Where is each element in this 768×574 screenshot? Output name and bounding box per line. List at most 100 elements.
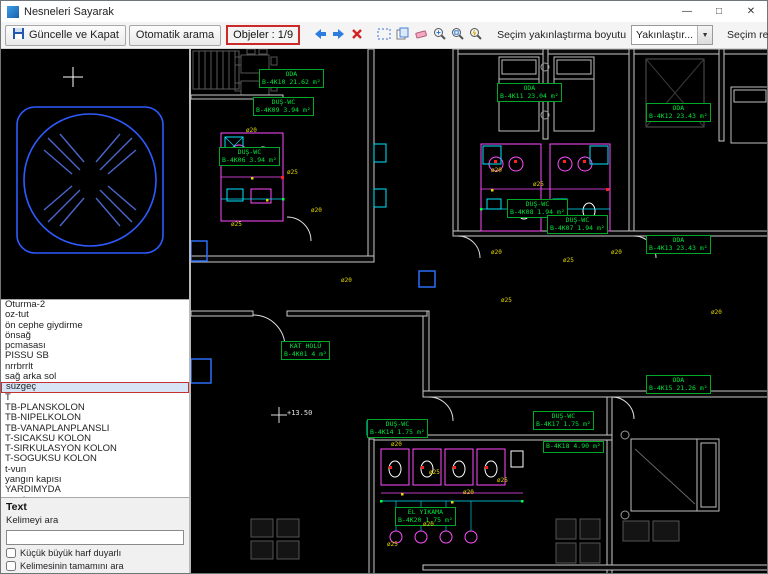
- zoom-object-icon: [469, 27, 482, 43]
- room-label: KAT HOLÜB-4K01 4 m²: [281, 341, 330, 360]
- pipe-size-label: ø20: [423, 521, 434, 528]
- update-close-button[interactable]: Güncelle ve Kapat: [5, 25, 126, 46]
- room-label: DUŞ-WCB-4K17 1.75 m²: [533, 411, 594, 430]
- word-search-label: Kelimeyi ara: [6, 515, 184, 526]
- list-item[interactable]: TB-VANAPLANPLANSLİ: [1, 424, 189, 434]
- zoom-object-button[interactable]: [468, 25, 483, 46]
- room-label: ODAB-4K11 23.04 m²: [497, 83, 562, 102]
- pipe-size-label: ø25: [387, 541, 398, 548]
- pipe-size-label: ø25: [287, 169, 298, 176]
- text-search-section: Text Kelimeyi ara Küçük büyük harf duyar…: [1, 497, 189, 573]
- zoom-size-dropdown[interactable]: Yakınlaştır... ▼: [631, 25, 713, 45]
- room-label: DUŞ-WCB-4K07 1.94 m²: [547, 215, 608, 234]
- copy-button[interactable]: [395, 25, 410, 46]
- list-item[interactable]: TB-NİPELKOLON: [1, 413, 189, 423]
- pipe-size-label: ø25: [231, 221, 242, 228]
- pipe-size-label: ø20: [491, 249, 502, 256]
- zoom-in-button[interactable]: [432, 25, 447, 46]
- minimize-button[interactable]: —: [671, 1, 703, 22]
- whole-word-row: Kelimesinin tamamını ara: [6, 561, 184, 571]
- list-item[interactable]: T-SICAKSU KOLON: [1, 434, 189, 444]
- pipe-size-label: ø20: [341, 277, 352, 284]
- list-item[interactable]: T-SOĞUKSU KOLON: [1, 454, 189, 464]
- pipe-size-label: ø20: [611, 249, 622, 256]
- pipe-size-label: ø20: [711, 309, 722, 316]
- elevation-marker: +13.50: [287, 409, 312, 417]
- list-item[interactable]: süzgeç: [1, 382, 189, 392]
- room-label: DUŞ-WCB-4K14 1.75 m²: [367, 419, 428, 438]
- symbol-preview: [1, 49, 189, 299]
- cad-label-overlay: ODAB-4K10 21.62 m² DUŞ-WCB-4K09 3.94 m² DU…: [191, 49, 767, 573]
- room-label: DUŞ-WCB-4K06 3.94 m²: [219, 147, 280, 166]
- case-sensitive-row: Küçük büyük harf duyarlı: [6, 548, 184, 558]
- main-area: Oturma-2oz-tutön cephe giydirmeönsağpcma…: [1, 49, 767, 573]
- eraser-icon: [414, 28, 428, 43]
- zoom-size-value: Yakınlaştır...: [636, 29, 693, 41]
- room-label: ODAB-4K15 21.26 m²: [646, 375, 711, 394]
- close-button[interactable]: ✕: [735, 1, 767, 22]
- selection-color-label: Seçim rengi: [727, 29, 768, 41]
- objects-counter: Objeler : 1/9: [226, 25, 300, 45]
- room-label: ODAB-4K12 23.43 m²: [646, 103, 711, 122]
- pipe-size-label: ø25: [429, 469, 440, 476]
- list-item[interactable]: sağ arka sol: [1, 372, 189, 382]
- list-item[interactable]: PİSSU SB: [1, 351, 189, 361]
- list-item[interactable]: t-vun: [1, 465, 189, 475]
- delete-object-button[interactable]: [350, 25, 364, 46]
- list-item[interactable]: YARDIMYDA: [1, 485, 189, 495]
- whole-word-checkbox[interactable]: [6, 561, 16, 571]
- room-label: ODAB-4K10 21.62 m²: [259, 69, 324, 88]
- chevron-down-icon: ▼: [697, 26, 712, 44]
- list-item[interactable]: oz-tut: [1, 310, 189, 320]
- list-item[interactable]: T-SİRKULASYON KOLON: [1, 444, 189, 454]
- window-title: Nesneleri Sayarak: [24, 6, 671, 18]
- pipe-size-label: ø25: [533, 181, 544, 188]
- toolbar: Güncelle ve Kapat Otomatik arama Objeler…: [1, 22, 767, 49]
- titlebar: Nesneleri Sayarak — □ ✕: [1, 1, 767, 22]
- arrow-left-icon: [313, 28, 327, 43]
- erase-button[interactable]: [413, 25, 429, 46]
- pipe-size-label: ø20: [491, 167, 502, 174]
- pipe-size-label: ø20: [463, 489, 474, 496]
- list-item[interactable]: Oturma-2: [1, 300, 189, 310]
- room-label: B-4K18 4.90 m²: [543, 441, 604, 453]
- pipe-size-label: ø20: [311, 207, 322, 214]
- case-sensitive-label: Küçük büyük harf duyarlı: [20, 548, 121, 558]
- pipe-size-label: ø20: [391, 441, 402, 448]
- list-item[interactable]: önsağ: [1, 331, 189, 341]
- list-item[interactable]: ön cephe giydirme: [1, 321, 189, 331]
- word-search-input[interactable]: [6, 530, 184, 545]
- room-label: DUŞ-WCB-4K09 3.94 m²: [253, 97, 314, 116]
- prev-object-button[interactable]: [312, 25, 328, 46]
- text-section-header: Text: [6, 500, 184, 515]
- copy-icon: [396, 27, 409, 43]
- whole-word-label: Kelimesinin tamamını ara: [20, 561, 124, 571]
- cad-canvas[interactable]: ODAB-4K10 21.62 m² DUŞ-WCB-4K09 3.94 m² DU…: [191, 49, 767, 573]
- zoom-in-icon: [433, 27, 446, 43]
- pipe-size-label: ø25: [497, 477, 508, 484]
- list-item[interactable]: T: [1, 393, 189, 403]
- app-window: Nesneleri Sayarak — □ ✕ Güncelle ve Kapa…: [0, 0, 768, 574]
- auto-search-label: Otomatik arama: [136, 29, 214, 41]
- next-object-button[interactable]: [331, 25, 347, 46]
- object-list: Oturma-2oz-tutön cephe giydirmeönsağpcma…: [1, 299, 189, 497]
- zoom-window-button[interactable]: [450, 25, 465, 46]
- pipe-size-label: ø25: [563, 257, 574, 264]
- drain-symbol-drawing: [1, 49, 191, 299]
- select-region-button[interactable]: [376, 25, 392, 46]
- dashed-selection-icon: [377, 28, 391, 43]
- zoom-window-icon: [451, 27, 464, 43]
- case-sensitive-checkbox[interactable]: [6, 548, 16, 558]
- zoom-size-label: Seçim yakınlaştırma boyutu: [497, 29, 626, 41]
- update-close-label: Güncelle ve Kapat: [29, 29, 119, 41]
- maximize-button[interactable]: □: [703, 1, 735, 22]
- app-icon: [7, 6, 19, 18]
- pipe-size-label: ø25: [501, 297, 512, 304]
- list-item[interactable]: nrrbrrlt: [1, 362, 189, 372]
- arrow-right-icon: [332, 28, 346, 43]
- list-item[interactable]: TB-PLANSKOLON: [1, 403, 189, 413]
- save-icon: [12, 27, 25, 43]
- list-item[interactable]: yangın kapısı: [1, 475, 189, 485]
- auto-search-button[interactable]: Otomatik arama: [129, 25, 221, 46]
- list-item[interactable]: pcmasası: [1, 341, 189, 351]
